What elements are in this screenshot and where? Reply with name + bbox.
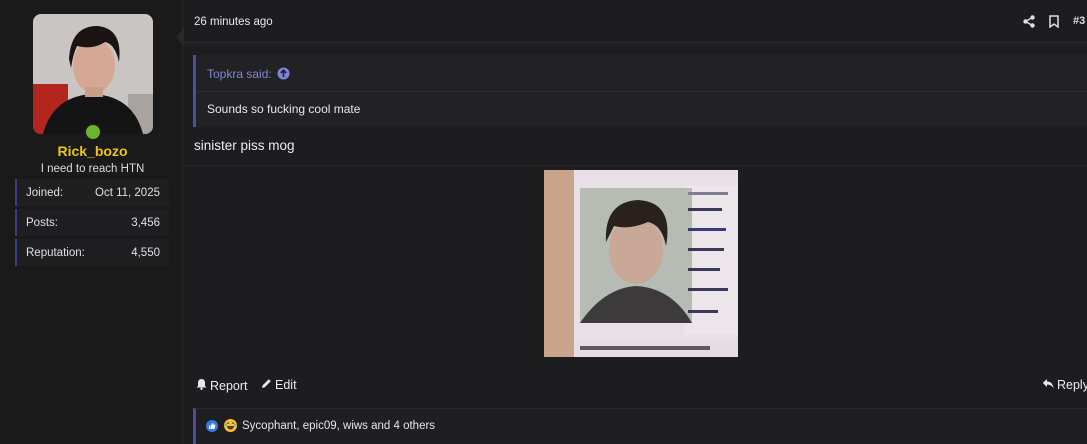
stat-value: 4,550 [131, 246, 160, 259]
share-icon[interactable] [1023, 15, 1035, 33]
username-link[interactable]: Rick_bozo [0, 143, 185, 159]
post-timestamp[interactable]: 26 minutes ago [194, 16, 273, 28]
jump-to-quote-icon[interactable] [277, 67, 290, 85]
user-title: I need to reach HTN [40, 163, 145, 175]
online-status-indicator [84, 123, 102, 141]
stat-value: 3,456 [131, 216, 160, 229]
reply-label: Reply [1057, 378, 1087, 392]
post-body-text: sinister piss mog [194, 138, 295, 153]
avatar-image [33, 14, 153, 134]
stat-label: Joined: [26, 186, 64, 199]
edit-button[interactable]: Edit [261, 378, 297, 392]
stat-label: Reputation: [26, 246, 85, 259]
bookmark-icon[interactable] [1049, 15, 1059, 33]
report-button[interactable]: Report [196, 378, 248, 393]
bell-icon [196, 378, 207, 393]
quote-author-link[interactable]: Topkra said: [207, 67, 272, 81]
stat-value: Oct 11, 2025 [95, 186, 160, 199]
stat-reputation: Reputation: 4,550 [15, 239, 169, 266]
stat-posts: Posts: 3,456 [15, 209, 169, 236]
reply-icon [1042, 378, 1054, 392]
post-number-link[interactable]: #3 [1073, 15, 1085, 27]
post-header [184, 0, 1087, 43]
reactions-list-link[interactable]: Sycophant, epic09, wiws and 4 others [242, 420, 435, 432]
stat-joined: Joined: Oct 11, 2025 [15, 179, 169, 206]
like-icon [206, 420, 218, 432]
edit-label: Edit [275, 378, 297, 392]
quote-header: Topkra said: [196, 55, 1087, 92]
user-sidebar: Rick_bozo I need to reach HTN Joined: Oc… [0, 0, 182, 443]
reactions-bar[interactable]: Sycophant, epic09, wiws and 4 others [193, 408, 1087, 444]
quote-text: Sounds so fucking cool mate [207, 102, 361, 116]
avatar[interactable] [33, 14, 153, 134]
message-pointer [176, 28, 184, 46]
stat-label: Posts: [26, 216, 58, 229]
passport-photo-image [544, 170, 738, 357]
laugh-icon [224, 419, 237, 432]
pencil-icon [261, 378, 272, 392]
sidebar-divider [182, 0, 183, 443]
reply-button[interactable]: Reply [1042, 378, 1087, 392]
quote-block: Topkra said: Sounds so fucking cool mate [193, 55, 1087, 127]
body-divider [184, 165, 1087, 166]
report-label: Report [210, 378, 248, 393]
post-image-attachment[interactable] [544, 170, 738, 357]
